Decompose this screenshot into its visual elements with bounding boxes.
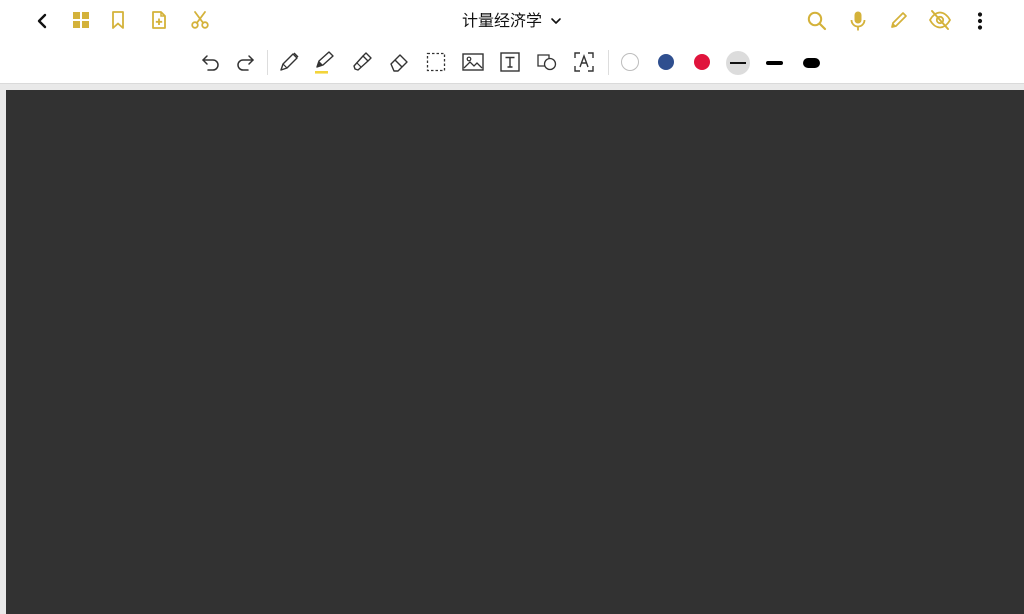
dashed-selection-icon bbox=[426, 52, 446, 72]
shapes-button[interactable] bbox=[535, 50, 559, 74]
add-page-button[interactable] bbox=[148, 9, 170, 31]
text-box-icon bbox=[500, 52, 520, 72]
highlighter-pen-icon bbox=[315, 51, 334, 74]
microphone-icon bbox=[850, 11, 866, 31]
eye-off-icon bbox=[928, 10, 952, 30]
more-options-button[interactable] bbox=[970, 9, 990, 33]
bookmark-button[interactable] bbox=[107, 9, 129, 31]
color-swatch-red[interactable] bbox=[694, 54, 710, 70]
toolbar-divider bbox=[267, 50, 268, 75]
voice-button[interactable] bbox=[847, 9, 869, 33]
text-box-button[interactable] bbox=[498, 50, 522, 74]
color-swatch-white[interactable] bbox=[621, 53, 639, 71]
ocr-text-icon bbox=[574, 52, 594, 72]
stroke-thin-line bbox=[730, 62, 746, 64]
highlighter-tool-button[interactable] bbox=[313, 50, 337, 76]
eraser-tool-button[interactable] bbox=[387, 50, 411, 74]
stroke-width-thin-selected[interactable] bbox=[726, 51, 750, 75]
fountain-pen-icon bbox=[280, 52, 299, 71]
marker-icon bbox=[353, 52, 372, 71]
top-bar: 计量经济学 bbox=[0, 0, 1024, 43]
notebook-title: 计量经济学 bbox=[461, 11, 542, 30]
back-button[interactable] bbox=[30, 10, 54, 32]
insert-image-button[interactable] bbox=[461, 50, 485, 74]
eraser-icon bbox=[390, 54, 408, 72]
color-swatch-navy[interactable] bbox=[658, 54, 674, 70]
file-plus-icon bbox=[152, 11, 166, 29]
image-icon bbox=[462, 53, 484, 71]
search-icon bbox=[807, 11, 827, 31]
undo-icon bbox=[202, 55, 219, 71]
stroke-width-thick[interactable] bbox=[803, 58, 820, 68]
redo-icon bbox=[237, 55, 254, 71]
chevron-left-icon bbox=[37, 13, 47, 29]
bookmark-icon bbox=[112, 11, 124, 29]
drawing-toolbar bbox=[0, 42, 1024, 84]
stroke-width-medium[interactable] bbox=[766, 61, 783, 65]
pen-tool-button[interactable] bbox=[277, 50, 301, 74]
scissors-icon bbox=[191, 11, 209, 29]
search-button[interactable] bbox=[805, 9, 829, 33]
hide-toolbar-button[interactable] bbox=[928, 9, 952, 31]
grid-icon bbox=[73, 12, 89, 28]
more-vertical-icon bbox=[977, 12, 983, 30]
shapes-icon bbox=[537, 54, 557, 71]
grid-button[interactable] bbox=[70, 9, 92, 31]
text-recognition-button[interactable] bbox=[572, 50, 596, 74]
undo-button[interactable] bbox=[199, 50, 223, 74]
toolbar-divider bbox=[608, 50, 609, 75]
notebook-title-dropdown[interactable]: 计量经济学 bbox=[462, 10, 562, 32]
scissors-button[interactable] bbox=[189, 9, 211, 31]
redo-button[interactable] bbox=[233, 50, 257, 74]
pen-mode-button[interactable] bbox=[888, 9, 910, 31]
chevron-down-icon bbox=[551, 18, 561, 24]
note-canvas[interactable] bbox=[6, 90, 1024, 614]
marker-tool-button[interactable] bbox=[350, 50, 374, 74]
lasso-select-button[interactable] bbox=[424, 50, 448, 74]
pencil-icon bbox=[891, 12, 907, 28]
